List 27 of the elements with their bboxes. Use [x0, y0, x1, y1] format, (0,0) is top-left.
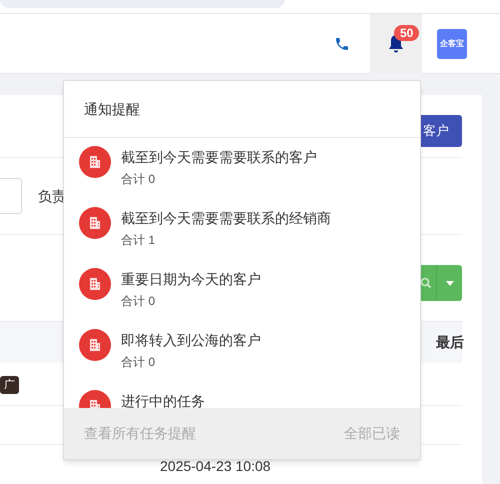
filter-input[interactable]	[0, 178, 22, 214]
notification-title: 截至到今天需要需要联系的经销商	[121, 209, 331, 227]
notification-count: 50	[394, 24, 420, 40]
notification-count: 合计 0	[121, 172, 156, 186]
caret-icon	[446, 280, 454, 286]
tag: 广	[0, 376, 19, 394]
notification-title: 截至到今天需要需要联系的客户	[121, 148, 317, 166]
notification-title: 即将转入到公海的客户	[121, 331, 261, 349]
notification-title: 重要日期为今天的客户	[121, 270, 261, 288]
building-icon	[88, 338, 102, 352]
notification-count: 合计 1	[121, 233, 156, 247]
phone-icon[interactable]	[334, 36, 350, 52]
notification-item[interactable]: 即将转入到公海的客户 合计 0	[64, 321, 420, 382]
date-text: 2025-04-23 10:08	[160, 457, 271, 476]
building-icon	[88, 155, 102, 169]
notification-count: 合计 0	[121, 355, 156, 369]
column-header: 最后	[436, 333, 464, 352]
building-icon	[88, 277, 102, 291]
notification-count: 合计 0	[121, 294, 156, 308]
panel-title: 通知提醒	[84, 100, 140, 118]
dropdown-button[interactable]	[436, 265, 462, 301]
logo[interactable]: 企客宝	[437, 28, 467, 58]
notification-title: 进行中的任务	[121, 392, 205, 408]
notification-item[interactable]: 重要日期为今天的客户 合计 0	[64, 260, 420, 321]
search-icon	[420, 277, 432, 289]
notification-item[interactable]: 截至到今天需要需要联系的经销商 合计 1	[64, 199, 420, 260]
building-icon	[88, 216, 102, 230]
